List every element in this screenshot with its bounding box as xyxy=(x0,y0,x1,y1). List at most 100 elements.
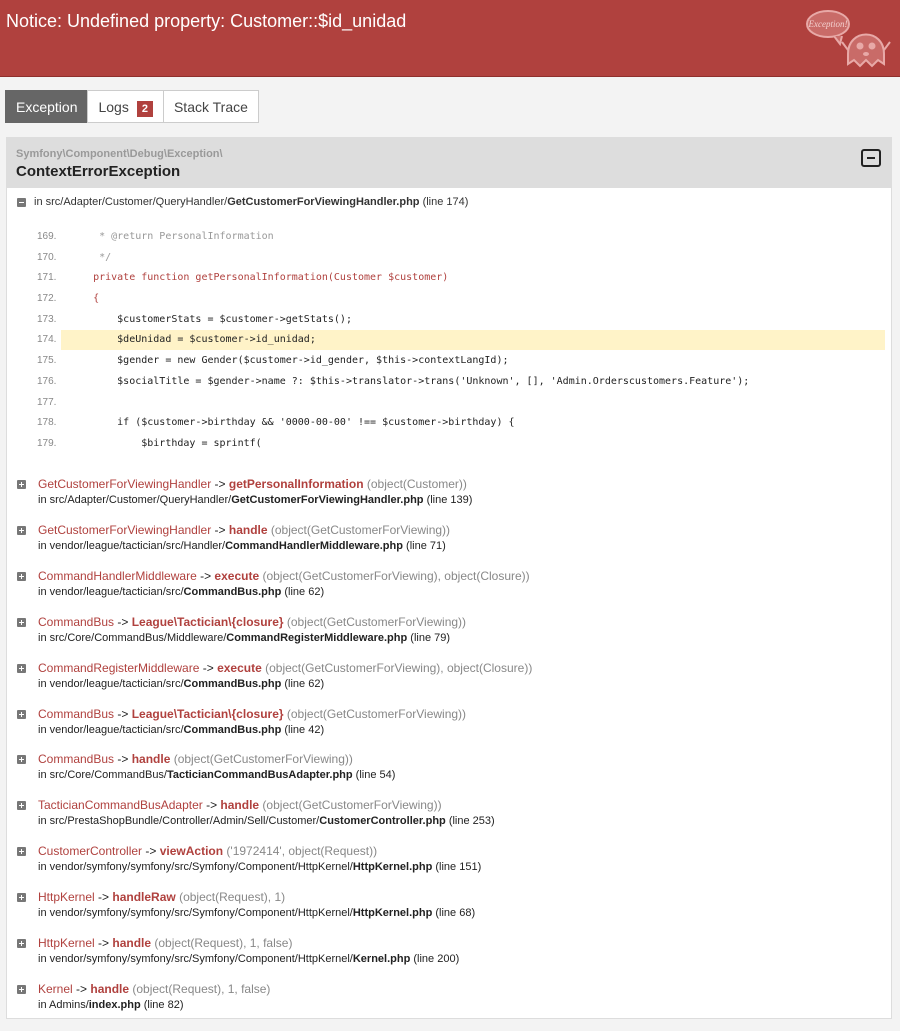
trace-item: CommandBus -> League\Tactician\{closure}… xyxy=(17,706,466,738)
trace-path: in vendor/league/tactician/src/ xyxy=(38,677,184,690)
exception-class: ContextErrorException xyxy=(16,163,181,180)
code-line: 176. $socialTitle = $gender->name ?: $th… xyxy=(37,372,885,393)
trace-line: (line 200) xyxy=(410,953,460,965)
expand-icon[interactable] xyxy=(17,893,26,903)
trace-file: Kernel.php xyxy=(352,953,411,965)
trace-path: in src/Core/CommandBus/ xyxy=(38,769,167,782)
trace-class: CommandBus xyxy=(38,614,115,629)
exception-namespace: Symfony\Component\Debug\Exception\ xyxy=(16,148,223,160)
exception-ghost-icon: Exception! xyxy=(806,10,891,68)
code-text: $customerStats = $customer->getStats(); xyxy=(69,313,352,325)
trace-item: HttpKernel -> handle (object(Request), 1… xyxy=(17,935,459,967)
trace-path: in vendor/symfony/symfony/src/Symfony/Co… xyxy=(38,907,353,920)
code-line: 177. xyxy=(37,393,885,414)
trace-file: index.php xyxy=(88,998,141,1011)
trace-file: GetCustomerForViewingHandler.php xyxy=(231,494,424,506)
trace-item: CustomerController -> viewAction ('19724… xyxy=(17,843,481,875)
trace-arrow: -> xyxy=(211,522,229,537)
trace-method: execute xyxy=(217,660,262,675)
code-text: if ($customer->birthday && '0000-00-00' … xyxy=(69,417,515,429)
trace-args: ('1972414', object(Request)) xyxy=(223,844,378,859)
tab-logs[interactable]: Logs 2 xyxy=(87,90,164,123)
trace-line: (line 71) xyxy=(402,539,446,552)
trace-line: (line 253) xyxy=(445,815,495,828)
exception-location: in src/Adapter/Customer/QueryHandler/Get… xyxy=(17,196,468,208)
trace-file: HttpKernel.php xyxy=(352,907,433,920)
trace-line: (line 82) xyxy=(140,998,184,1011)
line-number: 170. xyxy=(37,251,57,263)
tab-exception[interactable]: Exception xyxy=(5,90,89,123)
trace-path: in src/Core/CommandBus/Middleware/ xyxy=(38,631,227,644)
logs-count-badge: 2 xyxy=(136,101,153,117)
trace-method: handle xyxy=(112,936,152,950)
code-text: $socialTitle = $gender->name ?: $this->t… xyxy=(69,375,750,387)
trace-item: Kernel -> handle (object(Request), 1, fa… xyxy=(17,981,270,1013)
trace-args: (object(GetCustomerForViewing), object(C… xyxy=(261,660,533,675)
trace-file: CommandBus.php xyxy=(183,585,282,598)
error-header: Notice: Undefined property: Customer::$i… xyxy=(0,0,900,77)
code-line: 170. */ xyxy=(37,248,885,269)
trace-class: TacticianCommandBusAdapter xyxy=(38,798,203,813)
code-line: 169. * @return PersonalInformation xyxy=(37,227,885,248)
trace-item: GetCustomerForViewingHandler -> handle (… xyxy=(17,522,450,554)
code-line: 175. $gender = new Gender($customer->id_… xyxy=(37,351,885,372)
trace-item: CommandRegisterMiddleware -> execute (ob… xyxy=(17,660,532,692)
expand-icon[interactable] xyxy=(17,663,26,673)
trace-class: Kernel xyxy=(38,981,73,996)
collapse-toggle-icon[interactable] xyxy=(17,197,26,207)
trace-arrow: -> xyxy=(142,844,160,859)
trace-class: CommandBus xyxy=(38,752,115,767)
trace-arrow: -> xyxy=(72,981,91,996)
line-number: 169. xyxy=(37,231,57,242)
line-number: 179. xyxy=(37,437,57,449)
trace-class: CommandHandlerMiddleware xyxy=(38,568,197,583)
trace-arrow: -> xyxy=(94,936,113,950)
trace-line: (line 139) xyxy=(423,494,473,506)
trace-file: CommandHandlerMiddleware.php xyxy=(225,539,403,552)
expand-icon[interactable] xyxy=(17,939,26,948)
trace-path: in vendor/league/tactician/src/ xyxy=(38,723,184,736)
trace-arrow: -> xyxy=(114,706,132,721)
trace-args: (object(Request), 1) xyxy=(175,890,286,905)
trace-file: CommandBus.php xyxy=(183,723,282,736)
expand-icon[interactable] xyxy=(17,480,26,489)
expand-icon[interactable] xyxy=(17,709,26,719)
trace-args: (object(GetCustomerForViewing)) xyxy=(170,752,353,767)
trace-path: in vendor/symfony/symfony/src/Symfony/Co… xyxy=(38,861,353,874)
trace-method: viewAction xyxy=(159,844,224,859)
line-number: 178. xyxy=(37,417,57,429)
code-text: { xyxy=(69,293,100,305)
expand-icon[interactable] xyxy=(17,801,26,811)
expand-icon[interactable] xyxy=(17,755,26,765)
code-line: 172. { xyxy=(37,289,885,310)
expand-icon[interactable] xyxy=(17,617,26,627)
trace-line: (line 54) xyxy=(352,769,396,782)
trace-line: (line 62) xyxy=(281,585,325,598)
trace-args: (object(Request), 1, false) xyxy=(129,981,271,996)
exception-header: Symfony\Component\Debug\Exception\ Conte… xyxy=(7,138,891,188)
line-number: 171. xyxy=(37,272,57,284)
collapse-icon[interactable] xyxy=(861,149,881,167)
trace-method: handle xyxy=(220,798,260,813)
expand-icon[interactable] xyxy=(17,847,26,857)
expand-icon[interactable] xyxy=(17,984,26,994)
error-title: Notice: Undefined property: Customer::$i… xyxy=(6,11,407,31)
tab-stack-trace[interactable]: Stack Trace xyxy=(162,90,259,123)
trace-line: (line 68) xyxy=(432,907,476,920)
trace-arrow: -> xyxy=(211,477,229,491)
trace-method: League\Tactician\{closure} xyxy=(131,706,284,721)
expand-icon[interactable] xyxy=(17,525,26,535)
trace-item: CommandBus -> handle (object(GetCustomer… xyxy=(17,751,395,783)
trace-method: League\Tactician\{closure} xyxy=(131,614,284,629)
svg-text:Exception!: Exception! xyxy=(808,19,848,29)
code-line: 173. $customerStats = $customer->getStat… xyxy=(37,310,885,331)
trace-method: getPersonalInformation xyxy=(228,477,364,491)
trace-args: (object(GetCustomerForViewing)) xyxy=(283,614,467,629)
expand-icon[interactable] xyxy=(17,571,26,581)
trace-item: CommandHandlerMiddleware -> execute (obj… xyxy=(17,568,530,600)
line-number: 173. xyxy=(37,313,57,325)
trace-arrow: -> xyxy=(114,752,132,767)
code-text: $gender = new Gender($customer->id_gende… xyxy=(69,355,509,367)
trace-arrow: -> xyxy=(199,660,218,675)
trace-file: CustomerController.php xyxy=(319,815,446,828)
